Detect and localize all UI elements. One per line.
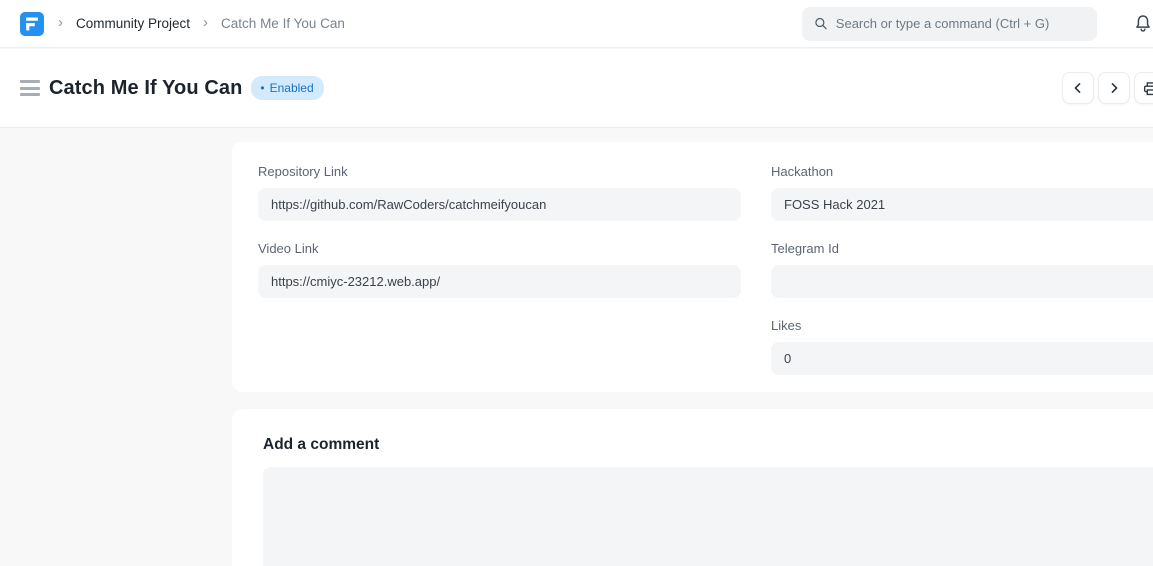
global-search[interactable] (802, 7, 1097, 41)
frappe-logo-icon[interactable] (20, 12, 44, 36)
comment-section-card: Add a comment (232, 409, 1153, 566)
bell-icon (1134, 14, 1152, 33)
field-hackathon: Hackathon (771, 164, 1153, 221)
form-grid: Repository Link Video Link Hackathon Tel… (258, 164, 1153, 395)
form-column-right: Hackathon Telegram Id Likes (771, 164, 1153, 395)
field-repository-link: Repository Link (258, 164, 741, 221)
search-input[interactable] (836, 16, 1085, 31)
chevron-right-icon: › (203, 15, 208, 30)
status-label: Enabled (270, 82, 314, 94)
likes-input[interactable] (771, 342, 1153, 375)
breadcrumb-current-doc[interactable]: Catch Me If You Can (221, 16, 345, 31)
field-video-link: Video Link (258, 241, 741, 298)
chevron-left-icon (1070, 80, 1086, 96)
telegram-id-input[interactable] (771, 265, 1153, 298)
sidebar-toggle-button[interactable] (20, 80, 40, 96)
chevron-right-icon: › (58, 15, 63, 30)
likes-label: Likes (771, 318, 1153, 333)
search-icon (814, 16, 828, 31)
telegram-id-label: Telegram Id (771, 241, 1153, 256)
menu-icon (20, 87, 40, 90)
next-document-button[interactable] (1098, 72, 1130, 104)
add-comment-heading: Add a comment (263, 436, 1153, 454)
repository-link-input[interactable] (258, 188, 741, 221)
page-header: Catch Me If You Can • Enabled (0, 49, 1153, 128)
comment-input[interactable] (263, 467, 1153, 566)
frappe-f-glyph (20, 12, 44, 36)
print-button[interactable] (1134, 72, 1153, 104)
page-title: Catch Me If You Can (49, 77, 242, 100)
menu-icon (20, 80, 40, 83)
video-link-input[interactable] (258, 265, 741, 298)
printer-icon (1142, 80, 1153, 97)
status-badge: • Enabled (251, 76, 323, 100)
chevron-right-icon (1106, 80, 1122, 96)
hackathon-label: Hackathon (771, 164, 1153, 179)
form-column-left: Repository Link Video Link (258, 164, 741, 395)
field-telegram-id: Telegram Id (771, 241, 1153, 298)
hackathon-input[interactable] (771, 188, 1153, 221)
video-link-label: Video Link (258, 241, 741, 256)
field-likes: Likes (771, 318, 1153, 375)
document-form-card: Repository Link Video Link Hackathon Tel… (232, 142, 1153, 392)
navbar: › Community Project › Catch Me If You Ca… (0, 0, 1153, 48)
header-actions (1062, 72, 1153, 104)
notifications-button[interactable] (1133, 14, 1153, 34)
breadcrumb-community-project[interactable]: Community Project (76, 16, 190, 31)
breadcrumb: › Community Project › Catch Me If You Ca… (58, 16, 345, 31)
previous-document-button[interactable] (1062, 72, 1094, 104)
repository-link-label: Repository Link (258, 164, 741, 179)
menu-icon (20, 93, 40, 96)
